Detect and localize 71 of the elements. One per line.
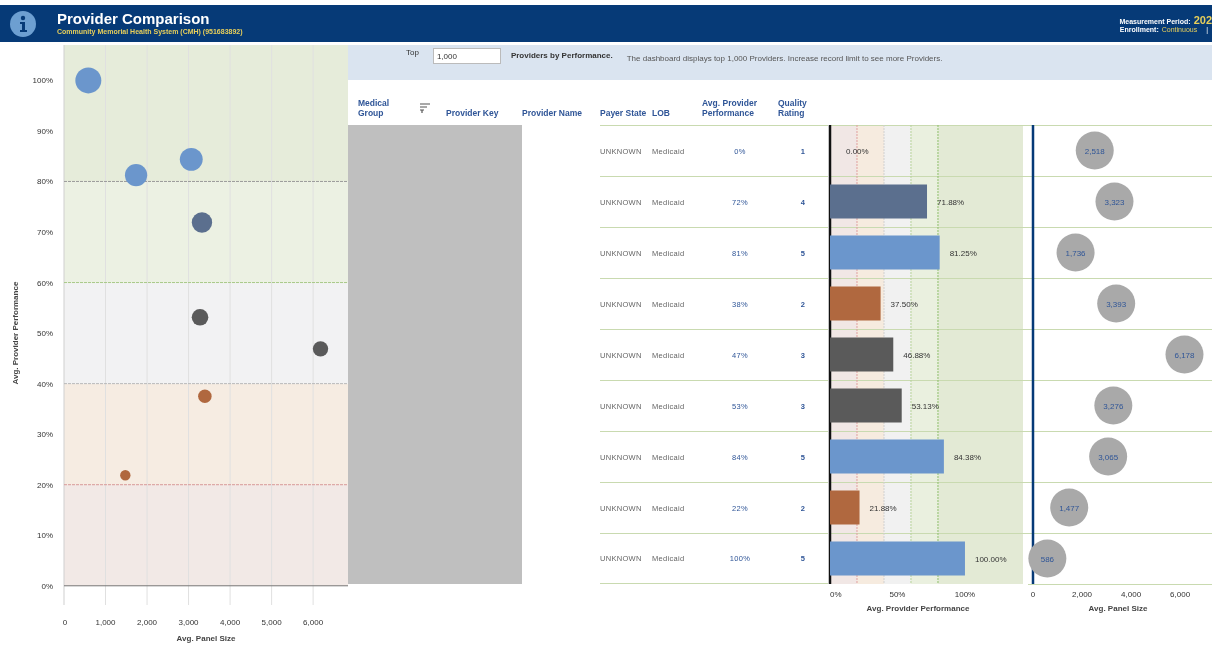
- column-header[interactable]: Quality Rating: [778, 98, 828, 125]
- axis-tick-label: 50%: [37, 329, 53, 339]
- data-label: 3,276: [1103, 401, 1124, 411]
- axis-tick-label: 0%: [41, 581, 53, 591]
- axis-title: Avg. Panel Size: [176, 634, 236, 643]
- axis-tick-label: 10%: [37, 531, 53, 541]
- axis-tick-label: 0%: [830, 590, 842, 599]
- axis-tick-label: 50%: [889, 590, 906, 599]
- data-label: 37.50%: [890, 299, 918, 309]
- column-header[interactable]: Provider Name: [522, 108, 600, 125]
- top-label: Top: [406, 48, 419, 57]
- page-title: Provider Comparison: [57, 11, 211, 27]
- axis-tick-label: 100%: [954, 590, 976, 599]
- data-point: [1165, 335, 1204, 374]
- data-label: 3,323: [1104, 197, 1125, 207]
- data-point: [1089, 437, 1128, 476]
- axis-title: Avg. Provider Performance: [11, 281, 20, 385]
- data-point: [1028, 539, 1067, 578]
- axis-tick-label: 2,000: [1072, 590, 1093, 599]
- data-label: 71.88%: [937, 197, 965, 207]
- column-header[interactable]: Medical Group: [348, 98, 410, 125]
- axis-tick-label: 4,000: [1121, 590, 1142, 599]
- axis-tick-label: 2,000: [137, 618, 158, 627]
- axis-tick-label: 70%: [37, 228, 53, 237]
- column-header[interactable]: Avg. Provider Performance: [702, 98, 778, 125]
- data-label: 21.88%: [869, 503, 897, 513]
- data-label: 2,518: [1084, 146, 1105, 156]
- data-label: 53.13%: [911, 401, 939, 411]
- record-limit-field[interactable]: 1,000: [432, 48, 501, 64]
- data-label: 1,477: [1059, 503, 1080, 513]
- data-label: 3,393: [1106, 299, 1127, 309]
- measurement-value: 202: [1193, 14, 1212, 26]
- record-limit-label: Providers by Performance.: [510, 51, 613, 60]
- record-limit-message: The dashboard displays top 1,000 Providers. Increase record limit to see more Providers.: [626, 54, 943, 63]
- axis-title: Avg. Provider Performance: [866, 604, 970, 613]
- column-header[interactable]: Provider Key: [446, 108, 522, 125]
- axis-tick-label: 60%: [37, 278, 53, 288]
- data-point: [1094, 386, 1133, 425]
- axis-tick-label: 100%: [32, 76, 53, 86]
- data-point: [1097, 284, 1136, 323]
- axis-title: Avg. Panel Size: [1088, 604, 1148, 613]
- sort-icon[interactable]: [420, 103, 430, 113]
- axis-tick-label: 3,000: [178, 618, 199, 627]
- axis-tick-label: 6,000: [303, 618, 324, 627]
- axis-tick-label: 4,000: [220, 618, 241, 627]
- axis-tick-label: 90%: [37, 126, 53, 136]
- axis-tick-label: 40%: [37, 379, 53, 389]
- data-point: [1095, 182, 1134, 221]
- data-point: [1075, 131, 1114, 170]
- data-label: 0.00%: [846, 146, 869, 156]
- data-label: 6,178: [1174, 350, 1195, 360]
- axis-tick-label: 0: [1030, 590, 1036, 599]
- data-label: 84.38%: [953, 452, 982, 462]
- data-point: [1050, 488, 1089, 527]
- axis-tick-label: 5,000: [261, 618, 282, 627]
- data-label: 81.25%: [949, 248, 977, 258]
- data-label: 100.00%: [974, 554, 1007, 564]
- data-point: [1056, 233, 1095, 272]
- data-label: 46.88%: [903, 350, 931, 360]
- axis-tick-label: 0: [62, 618, 68, 627]
- axis-tick-label: 6,000: [1170, 590, 1191, 599]
- data-label: 1,736: [1065, 248, 1086, 258]
- data-label: 3,065: [1098, 452, 1119, 462]
- data-label: 586: [1040, 554, 1055, 564]
- column-header[interactable]: Payer State: [600, 108, 652, 125]
- axis-tick-label: 20%: [37, 480, 53, 490]
- info-icon: [10, 10, 36, 37]
- axis-tick-label: 1,000: [95, 618, 116, 627]
- column-header[interactable]: LOB: [652, 108, 702, 125]
- axis-tick-label: 30%: [37, 430, 53, 440]
- axis-tick-label: 80%: [37, 177, 53, 187]
